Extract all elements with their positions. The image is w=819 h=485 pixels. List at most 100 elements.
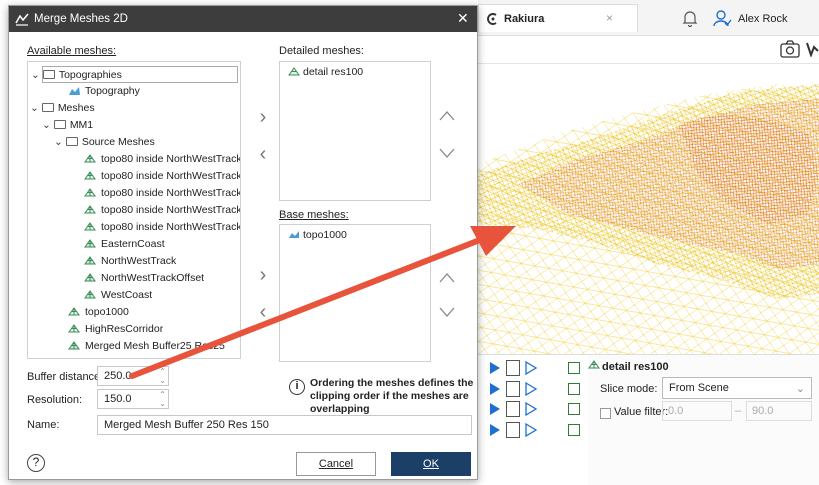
folder-icon bbox=[53, 120, 66, 129]
step-icon[interactable] bbox=[524, 381, 538, 397]
move-right-base-button[interactable]: › bbox=[253, 264, 273, 286]
tree-item[interactable]: WestCoast bbox=[84, 287, 152, 304]
chevron-down-icon[interactable]: ⌄ bbox=[30, 102, 39, 114]
project-icon bbox=[487, 13, 497, 25]
tree-item[interactable]: NorthWestTrack bbox=[84, 253, 176, 270]
tree-item[interactable]: ⌄ MM1 bbox=[42, 117, 93, 134]
legend-icon[interactable] bbox=[568, 403, 580, 415]
chevron-down-icon[interactable] bbox=[437, 143, 457, 163]
tree-item[interactable]: topo80 inside NorthWestTrack... bbox=[84, 202, 241, 219]
tree-item-label: topo80 inside NorthWestTrack... bbox=[101, 187, 241, 199]
slice-mode-select[interactable]: From Scene ⌄ bbox=[662, 377, 812, 399]
tab-rakiura[interactable] bbox=[478, 4, 638, 32]
play-icon[interactable] bbox=[490, 383, 500, 395]
tree-item-label: HighResCorridor bbox=[85, 323, 164, 335]
spin-arrows-icon[interactable]: ⌃ ⌄ bbox=[159, 367, 166, 385]
resolution-label: Resolution: bbox=[27, 394, 83, 406]
move-left-base-button[interactable]: ‹ bbox=[253, 301, 273, 323]
ok-button[interactable]: OK bbox=[391, 452, 471, 476]
mesh-lock-icon bbox=[84, 256, 96, 265]
tree-item[interactable]: NorthWestTrackOffset bbox=[84, 270, 204, 287]
tab-close-icon[interactable]: × bbox=[606, 11, 613, 25]
value-filter-min[interactable]: 0.0 bbox=[662, 401, 732, 421]
frame-icon[interactable] bbox=[506, 381, 520, 397]
mesh-lock-icon bbox=[84, 273, 96, 282]
tree-item[interactable]: topo80 inside NorthWestTrack... bbox=[84, 219, 240, 236]
move-left-detailed-button[interactable]: ‹ bbox=[253, 143, 273, 165]
available-meshes-tree[interactable]: ⌄ Topographies Topography ⌄ Meshes ⌄ MM1 ⌄ Sourc… bbox=[27, 61, 241, 359]
step-icon[interactable] bbox=[524, 422, 538, 438]
camera-icon[interactable] bbox=[780, 40, 800, 58]
base-meshes-list[interactable]: topo1000 bbox=[279, 224, 431, 362]
chevron-down-icon[interactable]: ⌄ bbox=[42, 119, 51, 131]
play-icon[interactable] bbox=[490, 403, 500, 415]
tree-item[interactable]: topo80 inside NorthWestTrack... bbox=[84, 185, 241, 202]
frame-icon[interactable] bbox=[506, 422, 520, 438]
tree-item[interactable]: ⌄ Source Meshes bbox=[54, 134, 155, 151]
tab-label: Rakiura bbox=[504, 13, 545, 25]
legend-icon[interactable] bbox=[568, 424, 580, 436]
user-name[interactable]: Alex Rock bbox=[738, 13, 788, 25]
tree-item[interactable]: Merged Mesh Buffer25 Res25 bbox=[68, 338, 225, 355]
mesh-icon bbox=[84, 171, 96, 180]
mesh-lock-icon bbox=[84, 290, 96, 299]
value-filter-label: Value filter: bbox=[614, 406, 669, 418]
base-meshes-label: Base meshes: bbox=[279, 209, 349, 221]
mesh-icon bbox=[68, 307, 80, 316]
dialog-titlebar[interactable]: Merge Meshes 2D ✕ bbox=[9, 6, 477, 32]
view-tool-icon[interactable] bbox=[806, 41, 819, 57]
mesh-icon bbox=[84, 205, 96, 214]
tree-item-label: Topography bbox=[85, 85, 140, 97]
dialog-title: Merge Meshes 2D bbox=[34, 13, 128, 25]
frame-icon[interactable] bbox=[506, 401, 520, 417]
scene-viewport[interactable] bbox=[478, 64, 819, 354]
info-text: Ordering the meshes defines the clipping… bbox=[310, 377, 474, 415]
user-icon[interactable] bbox=[712, 8, 732, 28]
tree-item[interactable]: EasternCoast bbox=[84, 236, 165, 253]
play-icon[interactable] bbox=[490, 424, 500, 436]
mesh-icon bbox=[84, 188, 96, 197]
spin-arrows-icon[interactable]: ⌃ ⌄ bbox=[159, 390, 166, 408]
cancel-button[interactable]: Cancel bbox=[296, 452, 376, 476]
legend-icon[interactable] bbox=[568, 362, 580, 374]
resolution-input[interactable]: 150.0 ⌃ ⌄ bbox=[97, 389, 169, 409]
frame-icon[interactable] bbox=[506, 360, 520, 376]
chevron-up-icon[interactable] bbox=[437, 106, 457, 126]
tree-item[interactable]: HighResCorridor bbox=[68, 321, 163, 338]
legend-icon[interactable] bbox=[568, 383, 580, 395]
help-button[interactable]: ? bbox=[27, 454, 45, 472]
bell-icon[interactable] bbox=[680, 8, 700, 28]
base-item-label: topo1000 bbox=[303, 229, 347, 241]
mesh-icon bbox=[68, 324, 80, 333]
merge-meshes-dialog: Merge Meshes 2D ✕ Available meshes: Deta… bbox=[8, 5, 478, 480]
list-item[interactable]: topo1000 bbox=[288, 229, 347, 241]
mesh-icon bbox=[288, 67, 300, 76]
tree-item-label: topo80 inside NorthWestTrack... bbox=[101, 204, 241, 216]
buffer-distance-input[interactable]: 250.0 ⌃ ⌄ bbox=[97, 366, 169, 386]
detailed-meshes-list[interactable]: detail res100 bbox=[279, 61, 431, 201]
name-input[interactable]: Merged Mesh Buffer 250 Res 150 bbox=[97, 415, 472, 435]
chevron-down-icon[interactable] bbox=[437, 302, 457, 322]
step-icon[interactable] bbox=[524, 401, 538, 417]
list-item[interactable]: detail res100 bbox=[288, 66, 363, 78]
folder-icon bbox=[41, 103, 54, 112]
tree-item[interactable]: topo80 inside NorthWestTrack... bbox=[84, 168, 240, 185]
folder-icon bbox=[42, 70, 55, 79]
value-filter-max[interactable]: 90.0 bbox=[746, 401, 812, 421]
tree-item[interactable]: Merged Mesh Buffer25 Res25 bbox=[68, 355, 225, 358]
tree-item[interactable]: ⌄ Meshes bbox=[30, 100, 95, 117]
info-icon: i bbox=[289, 379, 305, 395]
value-filter-checkbox[interactable] bbox=[600, 408, 611, 419]
play-icon[interactable] bbox=[490, 362, 500, 374]
step-icon[interactable] bbox=[524, 360, 538, 376]
mesh-lock-icon bbox=[68, 341, 80, 350]
tree-item[interactable]: Topography bbox=[68, 83, 140, 100]
tree-item[interactable]: topo1000 bbox=[68, 304, 129, 321]
chevron-down-icon[interactable]: ⌄ bbox=[31, 69, 40, 81]
close-icon[interactable]: ✕ bbox=[457, 10, 469, 27]
tree-item[interactable]: topo80 inside NorthWestTrack bbox=[84, 151, 240, 168]
chevron-down-icon[interactable]: ⌄ bbox=[54, 136, 63, 148]
chevron-up-icon[interactable] bbox=[437, 268, 457, 288]
tree-item[interactable]: ⌄ Topographies bbox=[31, 66, 238, 83]
move-right-detailed-button[interactable]: › bbox=[253, 106, 273, 128]
